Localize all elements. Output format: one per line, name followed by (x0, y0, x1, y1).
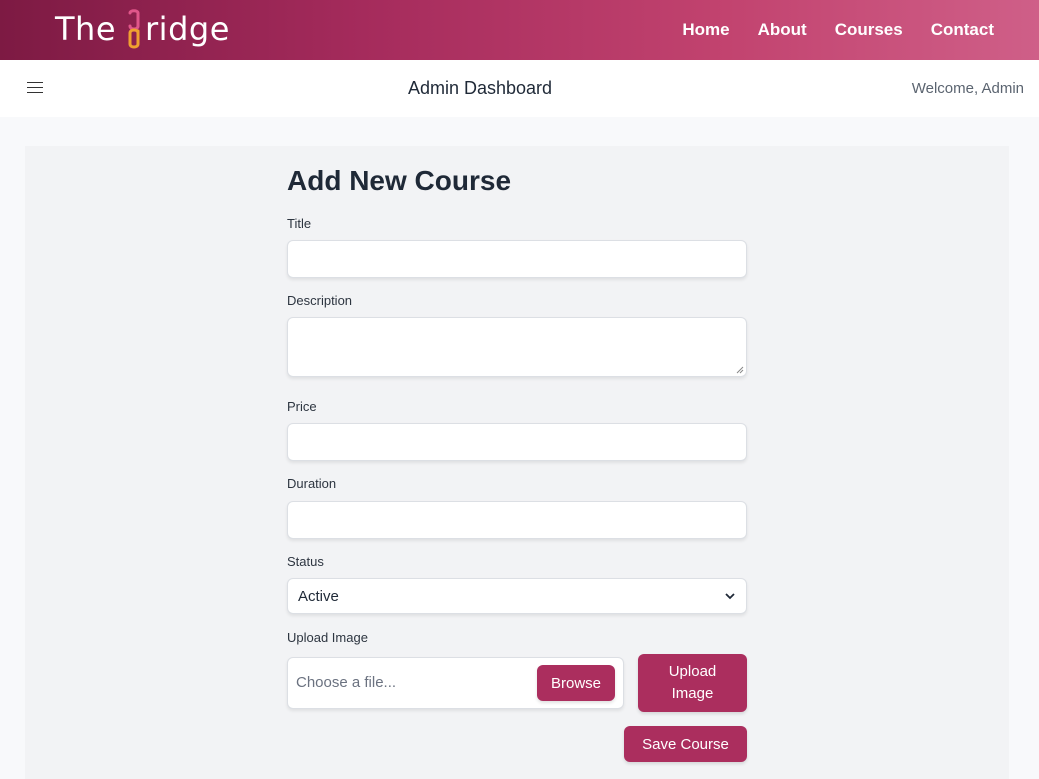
status-selected-value: Active (298, 587, 339, 605)
dashboard-header: Admin Dashboard Welcome, Admin (0, 60, 1039, 117)
description-textarea[interactable] (287, 317, 747, 377)
welcome-text: Welcome, Admin (911, 80, 1024, 97)
brand-text-before: The (55, 10, 117, 48)
price-label: Price (287, 399, 317, 414)
upload-image-button[interactable]: Upload Image (638, 654, 747, 712)
form-heading: Add New Course (287, 165, 512, 196)
description-label: Description (287, 293, 353, 308)
duration-input[interactable] (287, 501, 747, 539)
upload-image-label: Upload Image (287, 630, 368, 645)
save-course-button[interactable]: Save Course (624, 726, 747, 762)
chain-link-icon (124, 9, 144, 49)
price-input[interactable] (287, 423, 747, 461)
top-navbar: The ridge Home About Courses Contact (0, 0, 1039, 60)
nav-link-courses[interactable]: Courses (835, 20, 903, 40)
title-label: Title (287, 216, 312, 231)
brand-text-after: ridge (145, 10, 230, 48)
chevron-down-icon (725, 593, 735, 600)
browse-button[interactable]: Browse (537, 665, 615, 701)
page-title: Admin Dashboard (407, 78, 553, 98)
brand-logo[interactable]: The ridge (55, 7, 230, 51)
main-nav: Home About Courses Contact (682, 0, 994, 60)
nav-link-about[interactable]: About (758, 20, 807, 40)
resize-grip-icon[interactable] (736, 366, 744, 374)
status-label: Status (287, 554, 324, 569)
title-input[interactable] (287, 240, 747, 278)
duration-label: Duration (287, 476, 337, 491)
status-select[interactable]: Active (287, 578, 747, 614)
nav-link-home[interactable]: Home (682, 20, 729, 40)
nav-link-contact[interactable]: Contact (931, 20, 994, 40)
file-chooser[interactable]: Choose a file... Browse (287, 657, 624, 709)
file-placeholder: Choose a file... (296, 674, 397, 691)
